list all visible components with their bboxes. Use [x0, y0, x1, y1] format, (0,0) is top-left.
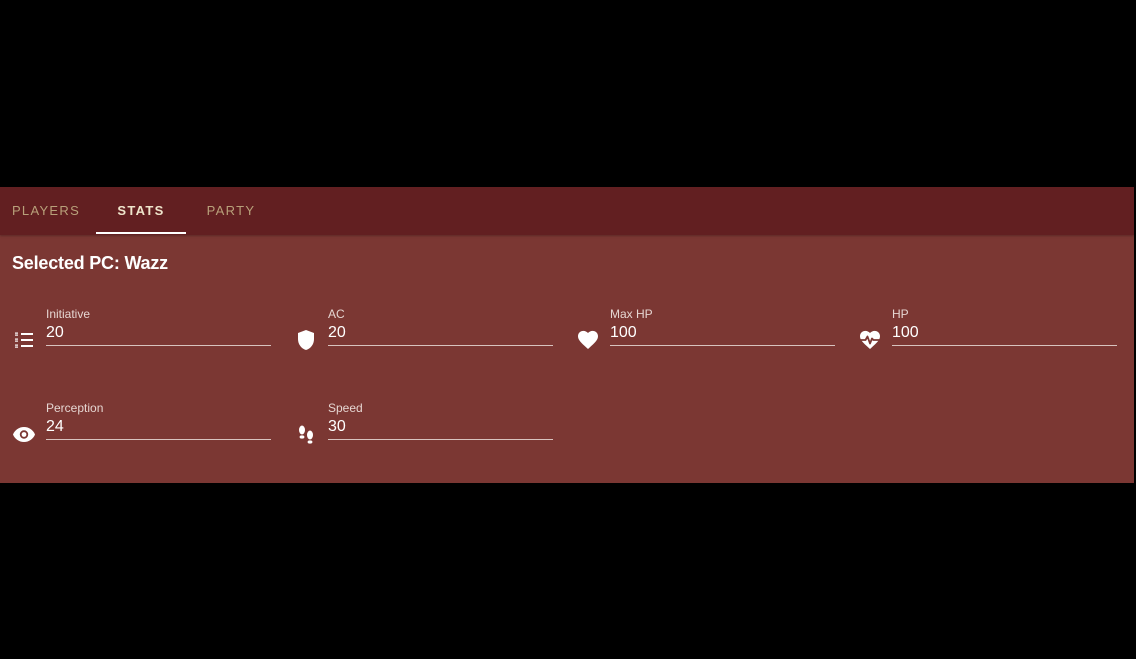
shield-icon: [294, 328, 318, 352]
perception-input[interactable]: [46, 415, 271, 440]
max-hp-field: Max HP: [576, 307, 836, 357]
tab-players[interactable]: PLAYERS: [0, 187, 92, 235]
tab-stats[interactable]: STATS: [96, 187, 186, 235]
hp-label: HP: [892, 307, 909, 321]
active-tab-indicator: [96, 232, 186, 234]
initiative-label: Initiative: [46, 307, 91, 321]
selected-pc-heading: Selected PC: Wazz: [12, 253, 168, 273]
hp-input[interactable]: [892, 321, 1117, 346]
heart-icon: [576, 328, 600, 352]
stats-panel: PLAYERS STATS PARTY Selected PC: Wazz In…: [0, 187, 1134, 483]
speed-input[interactable]: [328, 415, 553, 440]
initiative-input[interactable]: [46, 321, 271, 346]
tab-party[interactable]: PARTY: [186, 187, 276, 235]
eye-icon: [12, 422, 36, 446]
ac-label: AC: [328, 307, 345, 321]
max-hp-input[interactable]: [610, 321, 835, 346]
hp-field: HP: [858, 307, 1118, 357]
ac-field: AC: [294, 307, 554, 357]
ac-input[interactable]: [328, 321, 553, 346]
speed-field: Speed: [294, 401, 554, 451]
speed-label: Speed: [328, 401, 363, 415]
tab-bar: PLAYERS STATS PARTY: [0, 187, 1134, 235]
initiative-field: Initiative: [12, 307, 272, 357]
list-numbered-icon: [12, 328, 36, 352]
footprints-icon: [294, 422, 318, 446]
max-hp-label: Max HP: [610, 307, 653, 321]
perception-field: Perception: [12, 401, 272, 451]
heart-pulse-icon: [858, 328, 882, 352]
perception-label: Perception: [46, 401, 104, 415]
